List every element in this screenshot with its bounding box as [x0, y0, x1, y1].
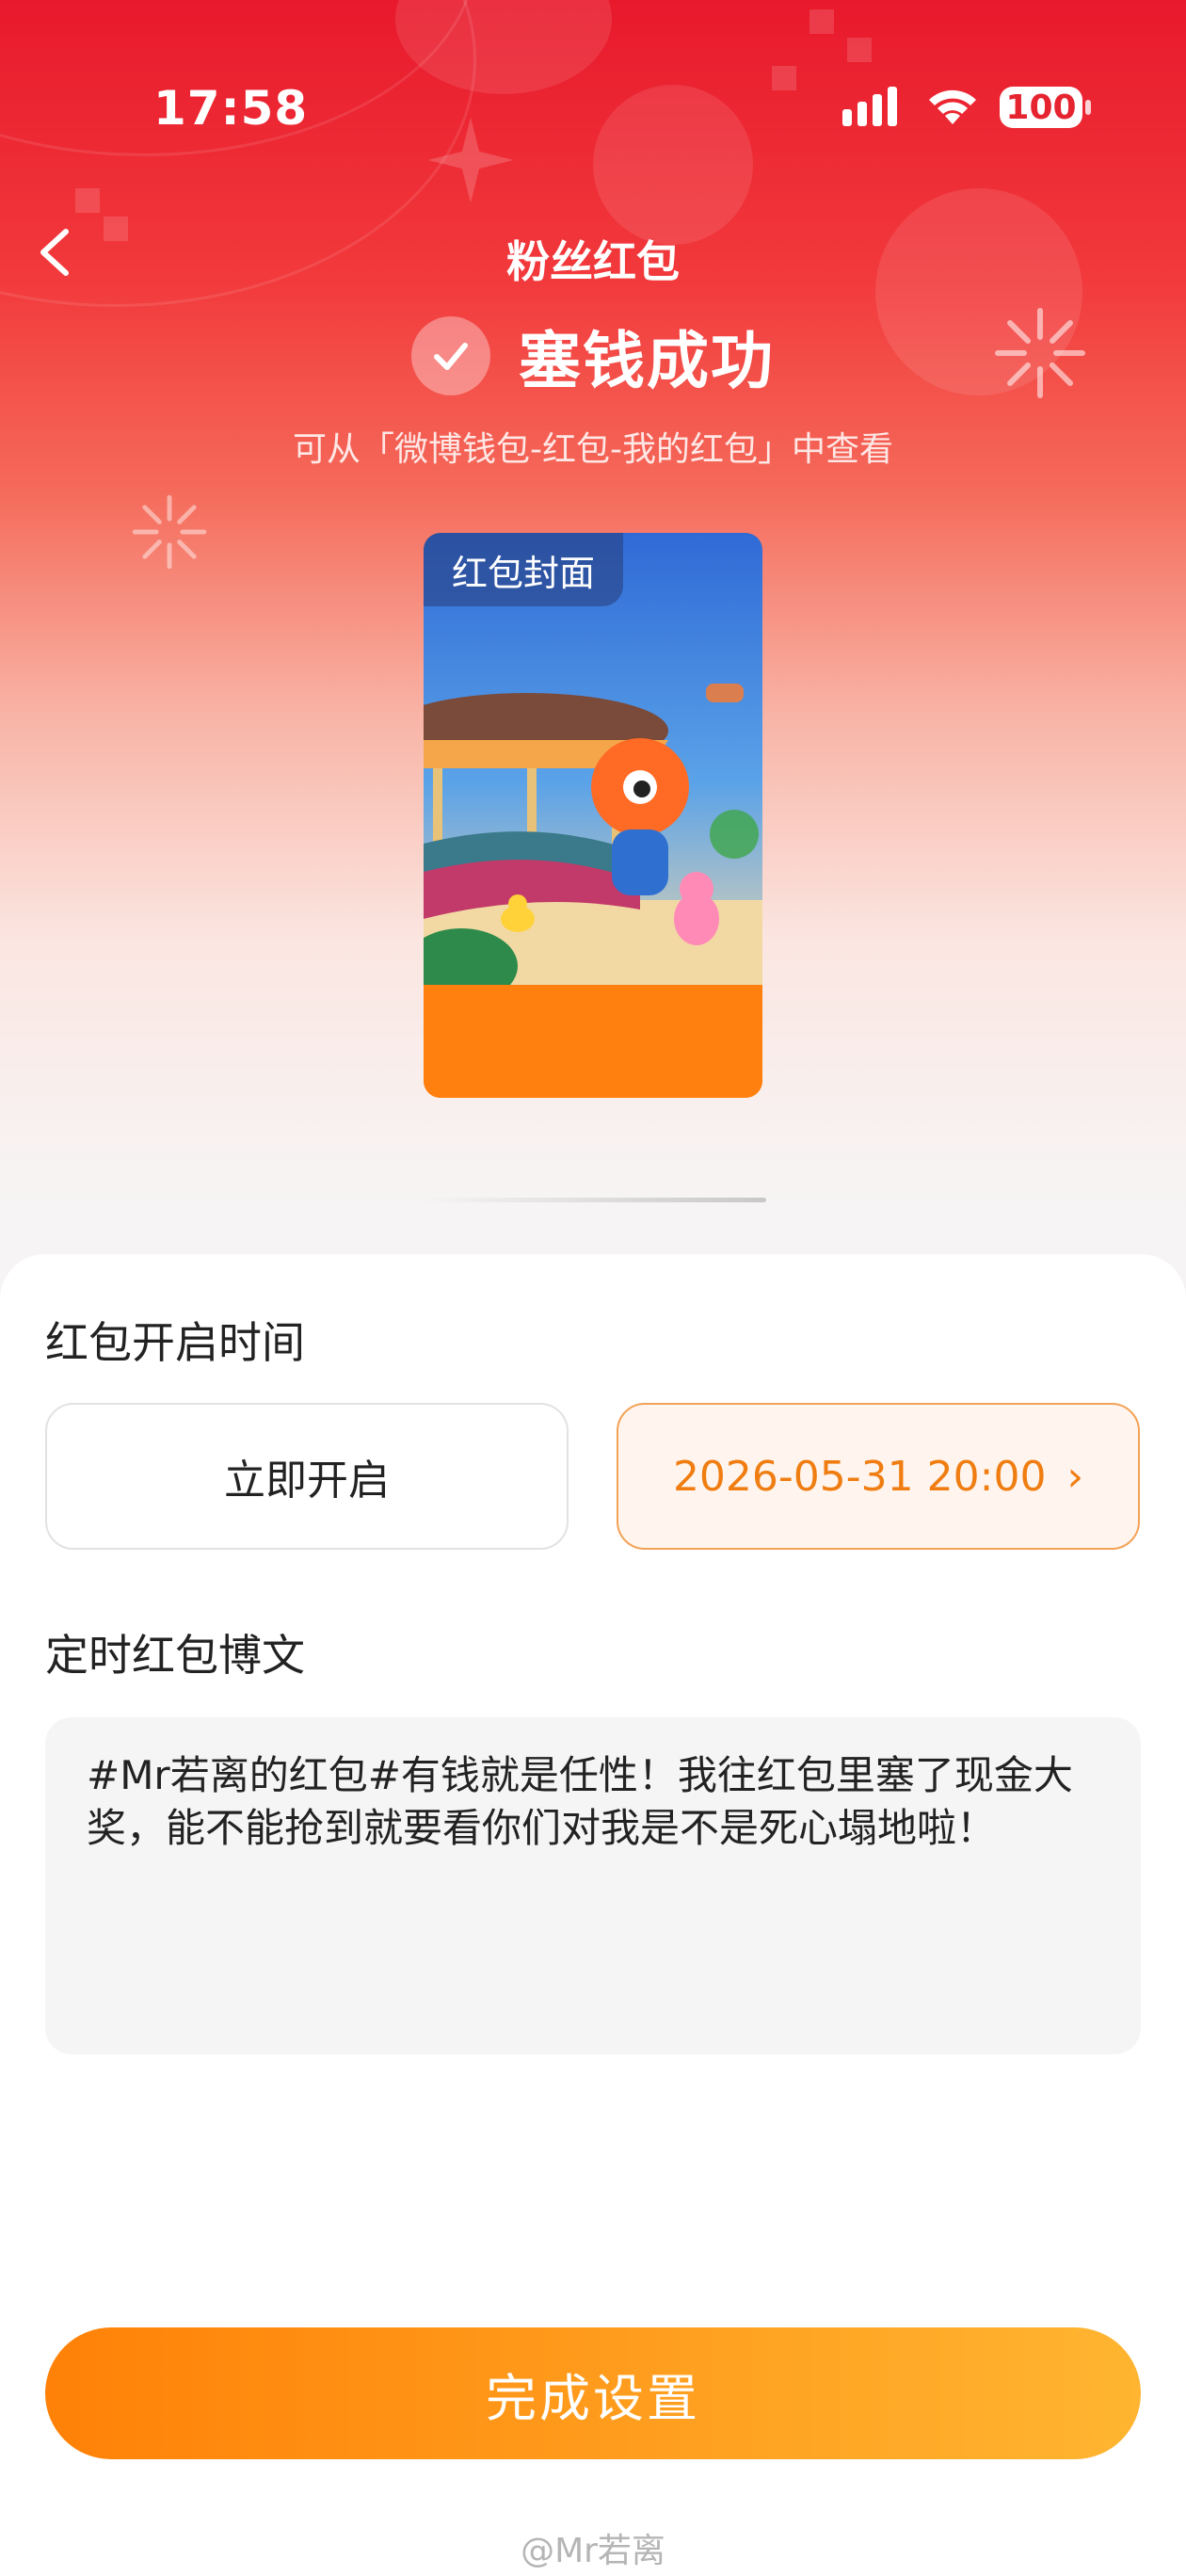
post-text-input[interactable]: #Mr若离的红包#有钱就是任性！我往红包里塞了现金大奖，能不能抢到就要看你们对我…: [45, 1717, 1141, 2054]
post-label: 定时红包博文: [45, 1630, 305, 1681]
battery-indicator: 100: [1000, 87, 1082, 128]
open-time-label: 红包开启时间: [45, 1317, 305, 1368]
open-now-label: 立即开启: [224, 1457, 390, 1505]
status-time: 17:58: [153, 81, 309, 136]
watermark: @Mr若离: [521, 2532, 665, 2570]
firework-icon: [132, 494, 207, 570]
page-title: 粉丝红包: [506, 236, 680, 287]
cellular-signal-icon: [842, 87, 897, 126]
star-icon: [427, 117, 514, 203]
cover-bottom-panel: [424, 985, 762, 1098]
cover-badge: 红包封面: [424, 533, 623, 606]
decor-pixel: [75, 188, 100, 213]
scheduled-time-button[interactable]: 2026-05-31 20:00 ›: [617, 1403, 1140, 1550]
scroll-indicator: [424, 1198, 766, 1202]
success-title: 塞钱成功: [519, 325, 775, 397]
scheduled-time-label: 2026-05-31 20:00: [672, 1452, 1047, 1501]
wallet-hint: 可从「微博钱包-红包-我的红包」中查看: [293, 430, 893, 469]
battery-tip: [1085, 100, 1091, 115]
decor-pixel: [772, 66, 796, 90]
success-header: 塞钱成功: [0, 311, 1186, 401]
decor-pixel: [847, 38, 872, 62]
open-now-button[interactable]: 立即开启: [45, 1403, 569, 1550]
wifi-icon: [929, 89, 976, 124]
decor-coin: [593, 85, 753, 245]
red-packet-cover[interactable]: 红包封面: [424, 533, 762, 1098]
chevron-right-icon: ›: [1066, 1452, 1084, 1501]
decor-pixel: [809, 9, 834, 34]
check-icon: [411, 316, 490, 395]
done-button[interactable]: 完成设置: [45, 2327, 1141, 2459]
